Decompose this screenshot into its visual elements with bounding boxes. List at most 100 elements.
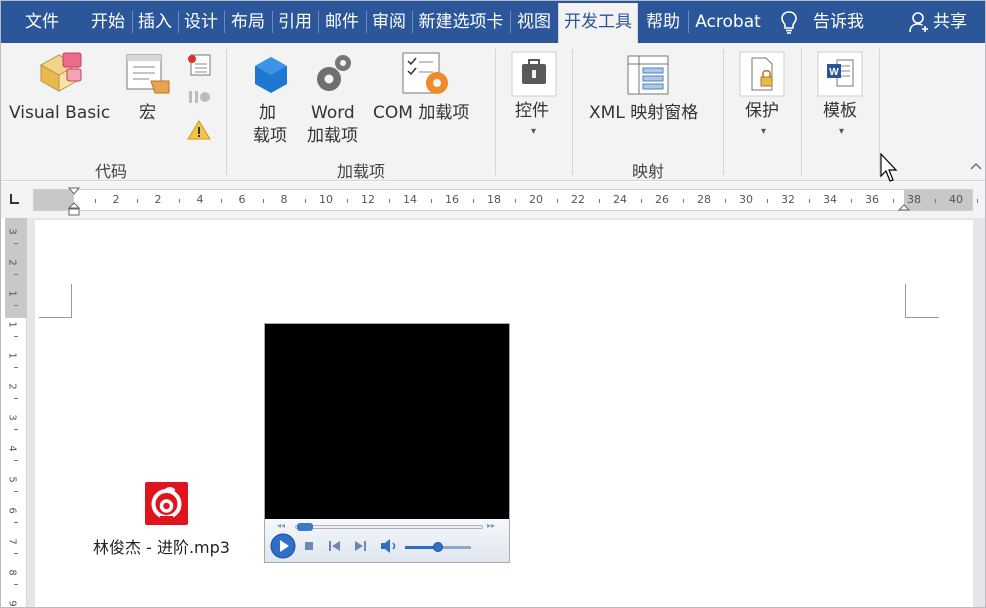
ruler-tick: [977, 199, 978, 203]
tab-help[interactable]: 帮助: [639, 1, 687, 43]
next-icon[interactable]: [353, 540, 367, 552]
visual-basic-button[interactable]: Visual Basic: [9, 102, 110, 125]
previous-icon[interactable]: [328, 540, 342, 552]
vertical-ruler-number: 1: [6, 352, 18, 359]
vertical-ruler-tick: [14, 522, 18, 523]
com-addin-button[interactable]: COM 加载项: [373, 102, 469, 125]
ruler-tick: [599, 199, 600, 203]
ruler-tick: [851, 199, 852, 203]
player-controls: ◂◂ ▸▸: [265, 519, 509, 562]
ruler-tick: [935, 199, 936, 203]
tab-developer[interactable]: 开发工具: [558, 3, 638, 43]
crop-mark-top-left: [39, 284, 72, 318]
seek-thumb[interactable]: [296, 523, 313, 531]
tab-review[interactable]: 审阅: [367, 1, 411, 43]
tab-references[interactable]: 引用: [273, 1, 317, 43]
ruler-tick: [221, 199, 222, 203]
right-indent-marker[interactable]: [897, 202, 911, 218]
ruler-number: 8: [280, 193, 288, 206]
vertical-ruler-number: 5: [6, 476, 18, 483]
controls-button[interactable]: 控件: [515, 100, 549, 123]
video-display[interactable]: [265, 324, 509, 519]
ruler-number: 22: [571, 193, 585, 206]
word-addin-button-line1[interactable]: Word: [311, 102, 355, 125]
vertical-ruler-tick: [14, 491, 18, 492]
first-line-indent-marker[interactable]: [67, 186, 81, 220]
group-separator: [723, 49, 724, 175]
group-separator: [801, 49, 802, 175]
tab-layout[interactable]: 布局: [225, 1, 271, 43]
ruler-number: 2: [112, 193, 120, 206]
share-button[interactable]: 共享: [933, 1, 967, 43]
embedded-file-name[interactable]: 林俊杰 - 进阶.mp3: [93, 534, 230, 558]
vertical-ruler[interactable]: 3 2 1 1 1 2 3 4 5 6 7 8 9: [5, 218, 27, 607]
protect-button[interactable]: 保护: [745, 100, 779, 123]
tab-new-tab[interactable]: 新建选项卡: [413, 1, 509, 43]
word-addin-button-line2[interactable]: 加载项: [307, 125, 358, 148]
person-icon[interactable]: [909, 11, 929, 33]
ruler-number: 18: [487, 193, 501, 206]
xml-mapping-pane-button[interactable]: XML 映射窗格: [589, 102, 698, 125]
ruler-number: 6: [238, 193, 246, 206]
ruler-bar: 224681012141618202224262830323436384042: [1, 182, 985, 218]
ruler-number: 28: [697, 193, 711, 206]
vertical-ruler-tick: [14, 584, 18, 585]
media-player[interactable]: ◂◂ ▸▸: [264, 323, 510, 563]
vertical-ruler-tick: [14, 398, 18, 399]
mouse-cursor-icon: [880, 153, 898, 182]
vertical-ruler-number: 6: [6, 507, 18, 514]
tell-me-search[interactable]: 告诉我: [813, 1, 864, 43]
lightbulb-icon[interactable]: [780, 10, 798, 34]
word-addin-gear-icon: [317, 55, 351, 91]
ruler-tick: [641, 199, 642, 203]
rewind-icon[interactable]: ◂◂: [277, 521, 285, 530]
ruler-tick: [473, 199, 474, 203]
addin-button-line1[interactable]: 加: [259, 102, 276, 125]
ruler-tick: [179, 199, 180, 203]
tab-insert[interactable]: 插入: [133, 1, 177, 43]
ruler-tick: [557, 199, 558, 203]
chevron-down-icon[interactable]: ▾: [531, 126, 536, 137]
netease-music-icon[interactable]: [145, 482, 188, 525]
com-addin-icon: [402, 52, 448, 94]
pause-recording-icon[interactable]: [186, 87, 212, 107]
collapse-ribbon-icon[interactable]: [969, 161, 983, 171]
group-separator: [495, 49, 496, 175]
template-button[interactable]: 模板: [823, 100, 857, 123]
chevron-down-icon[interactable]: ▾: [839, 126, 844, 137]
stop-icon[interactable]: [303, 540, 315, 552]
tab-home[interactable]: 开始: [85, 1, 131, 43]
tab-design[interactable]: 设计: [179, 1, 223, 43]
vertical-ruler-tick: [14, 243, 18, 244]
vertical-ruler-tick: [14, 274, 18, 275]
vertical-ruler-tick: [14, 367, 18, 368]
group-label-code: 代码: [94, 162, 127, 181]
tab-view[interactable]: 视图: [511, 1, 557, 43]
play-icon[interactable]: [270, 533, 296, 559]
volume-icon[interactable]: [379, 538, 399, 554]
macro-security-icon[interactable]: [186, 119, 212, 141]
macro-button[interactable]: 宏: [139, 102, 156, 125]
controls-toolbox-icon: [511, 51, 557, 97]
ruler-number: 34: [823, 193, 837, 206]
ruler-number: 16: [445, 193, 459, 206]
ruler-tick: [347, 199, 348, 203]
vertical-ruler-number: 3: [6, 228, 18, 235]
store-addin-icon: [255, 57, 287, 93]
ruler-tick: [683, 199, 684, 203]
record-macro-icon[interactable]: [186, 53, 212, 77]
addin-button-line2[interactable]: 载项: [253, 125, 287, 148]
tab-mailings[interactable]: 邮件: [319, 1, 365, 43]
ruler-tick: [809, 199, 810, 203]
tab-file[interactable]: 文件: [17, 1, 67, 43]
tab-acrobat[interactable]: Acrobat: [689, 1, 767, 43]
fast-forward-icon[interactable]: ▸▸: [487, 521, 495, 530]
tab-selector-icon[interactable]: [7, 192, 21, 206]
ruler-number: 24: [613, 193, 627, 206]
volume-thumb[interactable]: [433, 542, 443, 552]
horizontal-ruler[interactable]: 224681012141618202224262830323436384042: [33, 187, 978, 216]
seek-bar[interactable]: [295, 525, 483, 529]
crop-mark-top-right: [905, 284, 939, 318]
chevron-down-icon[interactable]: ▾: [761, 126, 766, 137]
ruler-number: 14: [403, 193, 417, 206]
